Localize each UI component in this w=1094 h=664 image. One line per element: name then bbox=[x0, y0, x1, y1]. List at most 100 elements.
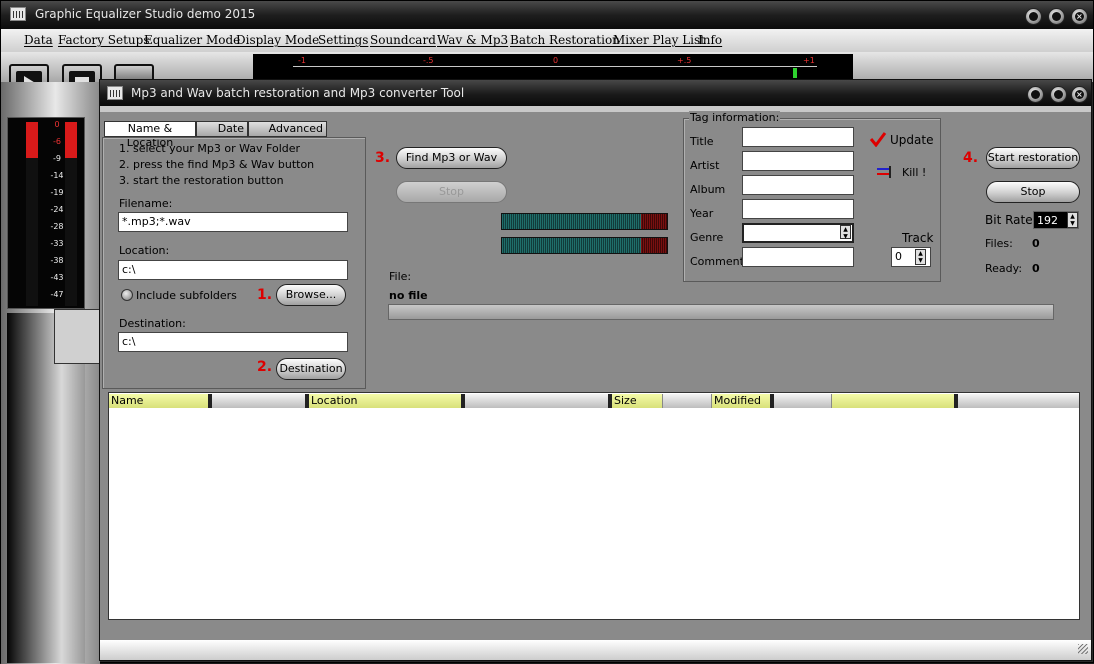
genre-spin-icon[interactable]: ▲ ▼ bbox=[840, 225, 851, 240]
step-3-label: 3. bbox=[375, 150, 391, 166]
meter-label: -24 bbox=[50, 205, 64, 214]
meter-label: -28 bbox=[50, 222, 64, 231]
track-spin-icon[interactable]: ▲ ▼ bbox=[915, 249, 926, 265]
instruction-3: 3. start the restoration button bbox=[119, 174, 284, 187]
menu-data[interactable]: Data bbox=[24, 33, 53, 47]
meter-label: -19 bbox=[50, 188, 64, 197]
meter-label: -6 bbox=[53, 137, 61, 146]
filename-field[interactable]: *.mp3;*.wav bbox=[118, 212, 348, 232]
ruler-line bbox=[293, 66, 817, 67]
kill-button[interactable]: Kill ! bbox=[902, 166, 926, 179]
level-meter: 0 -6 -9 -14 -19 -24 -28 -33 -38 -43 -47 bbox=[7, 117, 85, 309]
column-header[interactable] bbox=[832, 394, 958, 408]
tool-maximize-button[interactable] bbox=[1050, 86, 1067, 103]
tag-genre-select[interactable]: ▲ ▼ bbox=[742, 223, 854, 243]
column-header[interactable] bbox=[958, 394, 1079, 408]
meter-label: 0 bbox=[54, 120, 60, 129]
tag-year-field[interactable] bbox=[742, 199, 854, 219]
column-header[interactable] bbox=[212, 394, 309, 408]
update-button[interactable]: Update bbox=[890, 133, 933, 147]
left-gradient bbox=[7, 313, 85, 663]
file-table: Name Location Size Modified bbox=[108, 392, 1080, 620]
ruler-label: -1 bbox=[298, 56, 306, 65]
main-window: Graphic Equalizer Studio demo 2015 × Dat… bbox=[0, 0, 1094, 664]
bitrate-spin-icon[interactable]: ▲ ▼ bbox=[1067, 212, 1078, 228]
menu-settings[interactable]: Settings bbox=[318, 33, 368, 47]
resize-grip-icon[interactable] bbox=[1078, 644, 1088, 654]
meter-bar-left bbox=[26, 122, 38, 306]
column-header[interactable] bbox=[465, 394, 612, 408]
meter-label: -43 bbox=[50, 273, 64, 282]
include-subfolders-label: Include subfolders bbox=[136, 289, 237, 302]
menu-display-mode[interactable]: Display Mode bbox=[236, 33, 319, 47]
tool-close-button[interactable]: × bbox=[1071, 86, 1088, 103]
tool-minimize-button[interactable] bbox=[1027, 86, 1044, 103]
browse-button[interactable]: Browse... bbox=[276, 284, 346, 306]
meter-label: -38 bbox=[50, 256, 64, 265]
main-title-bar: Graphic Equalizer Studio demo 2015 × bbox=[1, 1, 1093, 29]
tag-comment-field[interactable] bbox=[742, 247, 854, 267]
files-value: 0 bbox=[1032, 237, 1040, 250]
maximize-button[interactable] bbox=[1048, 8, 1065, 25]
balance-indicator[interactable] bbox=[793, 68, 797, 78]
tag-artist-field[interactable] bbox=[742, 151, 854, 171]
column-header-name[interactable]: Name bbox=[109, 394, 212, 408]
ruler-label: +.5 bbox=[677, 56, 692, 65]
step-1-label: 1. bbox=[257, 287, 273, 303]
tag-album-field[interactable] bbox=[742, 175, 854, 195]
menu-batch-restoration[interactable]: Batch Restoration bbox=[510, 33, 620, 47]
restoration-tool-window: Mp3 and Wav batch restoration and Mp3 co… bbox=[99, 79, 1092, 661]
file-label: File: bbox=[389, 270, 412, 283]
stop-search-button[interactable]: Stop bbox=[396, 181, 507, 203]
checkmark-icon bbox=[869, 132, 887, 147]
status-bar bbox=[100, 640, 1091, 660]
tool-top-strip bbox=[100, 106, 1091, 112]
stop-restoration-button[interactable]: Stop bbox=[986, 181, 1080, 203]
ready-label: Ready: bbox=[985, 262, 1023, 275]
balance-ruler: -1 -.5 0 +.5 +1 bbox=[253, 54, 853, 80]
column-header-modified[interactable]: Modified bbox=[712, 394, 774, 408]
vu-meter-right bbox=[501, 237, 668, 254]
column-header-size[interactable]: Size bbox=[612, 394, 663, 408]
app-icon bbox=[10, 7, 26, 21]
destination-field[interactable]: c:\ bbox=[118, 332, 348, 352]
tag-genre-label: Genre bbox=[690, 231, 724, 244]
close-button[interactable]: × bbox=[1071, 8, 1088, 25]
instruction-2: 2. press the find Mp3 & Wav button bbox=[119, 158, 315, 171]
files-label: Files: bbox=[985, 237, 1013, 250]
start-restoration-button[interactable]: Start restoration bbox=[986, 147, 1080, 169]
bitrate-select[interactable]: 192 ▲ ▼ bbox=[1033, 211, 1079, 229]
tool-title-bar: Mp3 and Wav batch restoration and Mp3 co… bbox=[100, 80, 1091, 106]
tool-icon bbox=[107, 86, 123, 100]
destination-button[interactable]: Destination bbox=[276, 358, 346, 380]
minimize-button[interactable] bbox=[1025, 8, 1042, 25]
menu-soundcard[interactable]: Soundcard bbox=[370, 33, 436, 47]
menu-wav-mp3[interactable]: Wav & Mp3 bbox=[437, 33, 508, 47]
menu-bar: Data Factory Setups Equalizer Mode Displ… bbox=[1, 29, 1093, 52]
ruler-label: -.5 bbox=[423, 56, 434, 65]
column-header-location[interactable]: Location bbox=[309, 394, 465, 408]
progress-bar bbox=[388, 304, 1054, 320]
find-mp3-wav-button[interactable]: Find Mp3 or Wav bbox=[396, 147, 507, 169]
tag-artist-label: Artist bbox=[690, 159, 720, 172]
menu-factory-setups[interactable]: Factory Setups bbox=[58, 33, 149, 47]
column-header[interactable] bbox=[774, 394, 832, 408]
tab-name-location[interactable]: Name & Location bbox=[104, 121, 196, 149]
step-2-label: 2. bbox=[257, 359, 273, 375]
mini-screen bbox=[54, 309, 100, 364]
menu-mixer-play-list[interactable]: Mixer Play List bbox=[613, 33, 705, 47]
tab-advanced[interactable]: Advanced bbox=[248, 121, 327, 137]
menu-info[interactable]: Info bbox=[698, 33, 722, 47]
meter-label: -47 bbox=[50, 290, 64, 299]
ready-value: 0 bbox=[1032, 262, 1040, 275]
tab-date[interactable]: Date bbox=[196, 121, 248, 137]
meter-label: -33 bbox=[50, 239, 64, 248]
tag-title-field[interactable] bbox=[742, 127, 854, 147]
menu-equalizer-mode[interactable]: Equalizer Mode bbox=[144, 33, 240, 47]
tag-album-label: Album bbox=[690, 183, 726, 196]
tag-year-label: Year bbox=[690, 207, 714, 220]
location-field[interactable]: c:\ bbox=[118, 260, 348, 280]
column-header[interactable] bbox=[663, 394, 712, 408]
include-subfolders-radio[interactable] bbox=[121, 289, 133, 301]
step-4-label: 4. bbox=[963, 150, 979, 166]
